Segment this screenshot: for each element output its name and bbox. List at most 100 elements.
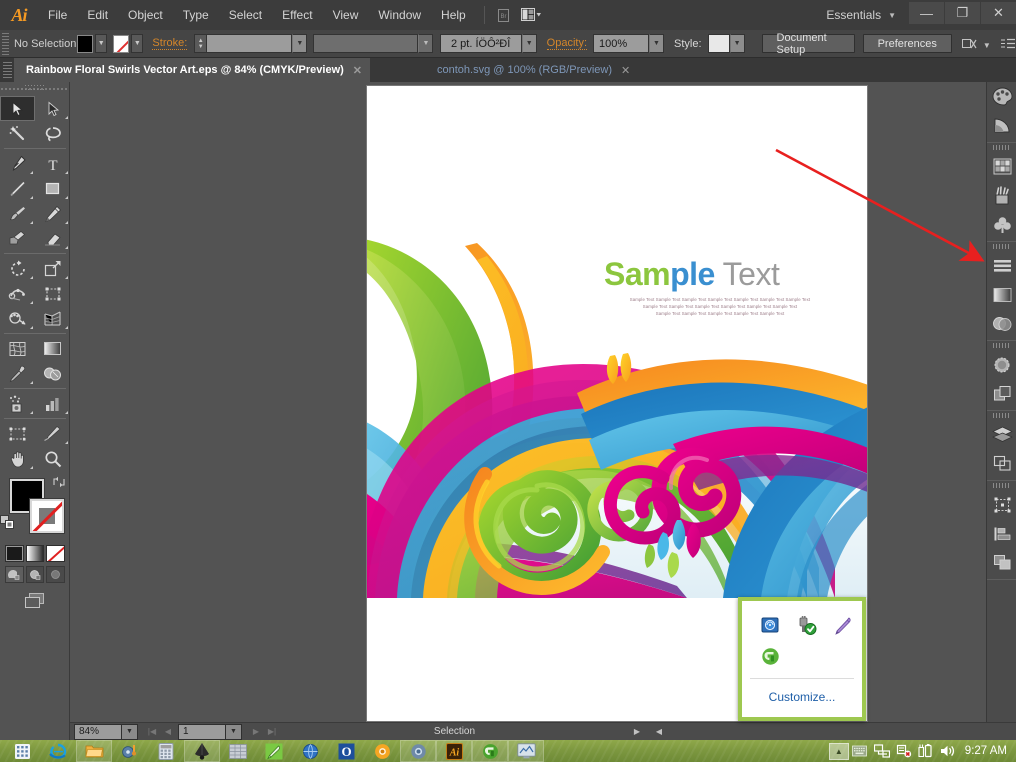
transparency-panel-icon[interactable] (987, 309, 1016, 338)
rotate-tool[interactable] (0, 256, 35, 281)
close-icon[interactable]: ✕ (353, 64, 362, 77)
magic-wand-tool[interactable] (0, 121, 35, 146)
draw-inside-mode-button[interactable] (46, 566, 66, 583)
menu-window[interactable]: Window (368, 0, 431, 30)
artboard-number-dropdown[interactable]: ▼ (226, 723, 242, 740)
mesh-tool[interactable] (0, 336, 35, 361)
spreadsheet-button[interactable] (220, 740, 256, 762)
menu-edit[interactable]: Edit (77, 0, 118, 30)
monitor-app-button[interactable] (508, 740, 544, 762)
fill-swatch-dropdown[interactable]: ▼ (95, 34, 108, 53)
panel-group-grip[interactable] (987, 242, 1016, 251)
chromium-button[interactable] (400, 740, 436, 762)
draw-normal-mode-button[interactable] (5, 566, 24, 583)
tray-volume-icon[interactable] (937, 740, 959, 762)
graphic-style-field[interactable] (707, 34, 730, 53)
align-dropdown-caret[interactable]: ▼ (983, 35, 991, 53)
status-menu-button[interactable]: ▶ (629, 724, 645, 740)
calculator-button[interactable] (148, 740, 184, 762)
zoom-level-dropdown[interactable]: ▼ (122, 723, 138, 740)
graphic-styles-panel-icon[interactable] (987, 379, 1016, 408)
stroke-profile-dropdown[interactable]: ▼ (418, 34, 434, 53)
color-guide-panel-icon[interactable] (987, 111, 1016, 140)
menu-file[interactable]: File (38, 0, 77, 30)
artboard-tool[interactable] (0, 421, 35, 446)
stroke-weight-dropdown[interactable]: ▼ (292, 34, 308, 53)
taskbar-clock[interactable]: 9:27 AM (959, 745, 1016, 757)
blob-brush-tool[interactable] (0, 226, 35, 251)
type-tool[interactable]: T (35, 151, 70, 176)
graphic-style-dropdown[interactable]: ▼ (729, 34, 745, 53)
none-mode-button[interactable] (46, 545, 66, 562)
system-tray-overflow-popup[interactable]: Customize... (738, 597, 866, 721)
swap-fill-stroke-icon[interactable] (52, 475, 66, 489)
tray-keyboard-icon[interactable] (849, 740, 871, 762)
rectangle-tool[interactable] (35, 176, 70, 201)
restore-button[interactable]: ❐ (945, 2, 980, 24)
customize-link[interactable]: Customize... (742, 679, 862, 704)
hscroll-left-button[interactable]: ◀ (651, 724, 667, 740)
appearance-panel-icon[interactable] (987, 350, 1016, 379)
close-button[interactable]: ✕ (981, 2, 1016, 24)
tray-battery-icon[interactable] (915, 740, 937, 762)
status-indicator-text[interactable]: Selection (280, 726, 629, 737)
width-tool[interactable] (0, 281, 35, 306)
color-panel-icon[interactable] (987, 82, 1016, 111)
first-artboard-button[interactable]: |◀ (144, 724, 160, 740)
preferences-button[interactable]: Preferences (862, 34, 952, 53)
artboard-number-field[interactable]: 1 (178, 723, 226, 740)
stroke-panel-icon[interactable] (987, 251, 1016, 280)
media-player-button[interactable] (112, 740, 148, 762)
menu-type[interactable]: Type (173, 0, 219, 30)
tab-bar-grip[interactable] (3, 62, 12, 78)
eyedropper-tool[interactable] (0, 361, 35, 386)
minimize-button[interactable]: — (909, 2, 944, 24)
panel-menu-icon[interactable] (1000, 37, 1016, 50)
start-menu-button[interactable] (4, 740, 40, 762)
draw-behind-mode-button[interactable] (25, 566, 45, 583)
symbol-sprayer-tool[interactable] (0, 391, 35, 416)
line-segment-tool[interactable] (0, 176, 35, 201)
symbols-panel-icon[interactable] (987, 210, 1016, 239)
safely-remove-hardware-icon[interactable] (788, 610, 824, 641)
slice-tool[interactable] (35, 421, 70, 446)
eraser-tool[interactable] (35, 226, 70, 251)
color-mode-button[interactable] (5, 545, 24, 562)
column-graph-tool[interactable] (35, 391, 70, 416)
brushes-panel-icon[interactable] (987, 181, 1016, 210)
free-transform-tool[interactable] (35, 281, 70, 306)
stroke-color-swatch[interactable] (30, 499, 64, 533)
fill-swatch[interactable] (77, 34, 94, 53)
align-to-pixel-grid-icon[interactable] (961, 37, 978, 51)
opera-button[interactable]: O (328, 740, 364, 762)
tray-action-center-icon[interactable] (893, 740, 915, 762)
green-app-button[interactable] (472, 740, 508, 762)
layers-panel-icon[interactable] (987, 420, 1016, 449)
bridge-icon[interactable]: Br (493, 6, 515, 24)
hand-tool[interactable] (0, 446, 35, 471)
pencil-tool[interactable] (35, 201, 70, 226)
control-bar-grip[interactable] (2, 32, 9, 55)
tray-network-icon[interactable] (871, 740, 893, 762)
workspace-switcher[interactable]: Essentials ▼ (826, 0, 896, 30)
document-setup-button[interactable]: Document Setup (761, 32, 855, 56)
green-app-icon[interactable] (752, 641, 788, 672)
last-artboard-button[interactable]: ▶| (264, 724, 280, 740)
browser-globe-button[interactable] (292, 740, 328, 762)
default-fill-stroke-icon[interactable] (0, 515, 16, 531)
file-explorer-button[interactable] (76, 740, 112, 762)
brush-definition-dropdown[interactable]: ▼ (521, 34, 537, 53)
selection-tool[interactable] (0, 96, 35, 121)
previous-artboard-button[interactable]: ◀ (160, 724, 176, 740)
menu-view[interactable]: View (323, 0, 369, 30)
stroke-weight-stepper[interactable]: ▲ ▼ (194, 34, 208, 53)
illustrator-button[interactable]: Ai (436, 740, 472, 762)
opacity-label[interactable]: Opacity: (546, 37, 588, 50)
gradient-tool[interactable] (35, 336, 70, 361)
shape-builder-tool[interactable] (0, 306, 35, 331)
tools-panel-grip[interactable] (0, 84, 69, 96)
opacity-dropdown[interactable]: ▼ (649, 34, 665, 53)
paintbrush-tool[interactable] (0, 201, 35, 226)
lasso-tool[interactable] (35, 121, 70, 146)
screen-mode-button[interactable] (0, 583, 70, 611)
